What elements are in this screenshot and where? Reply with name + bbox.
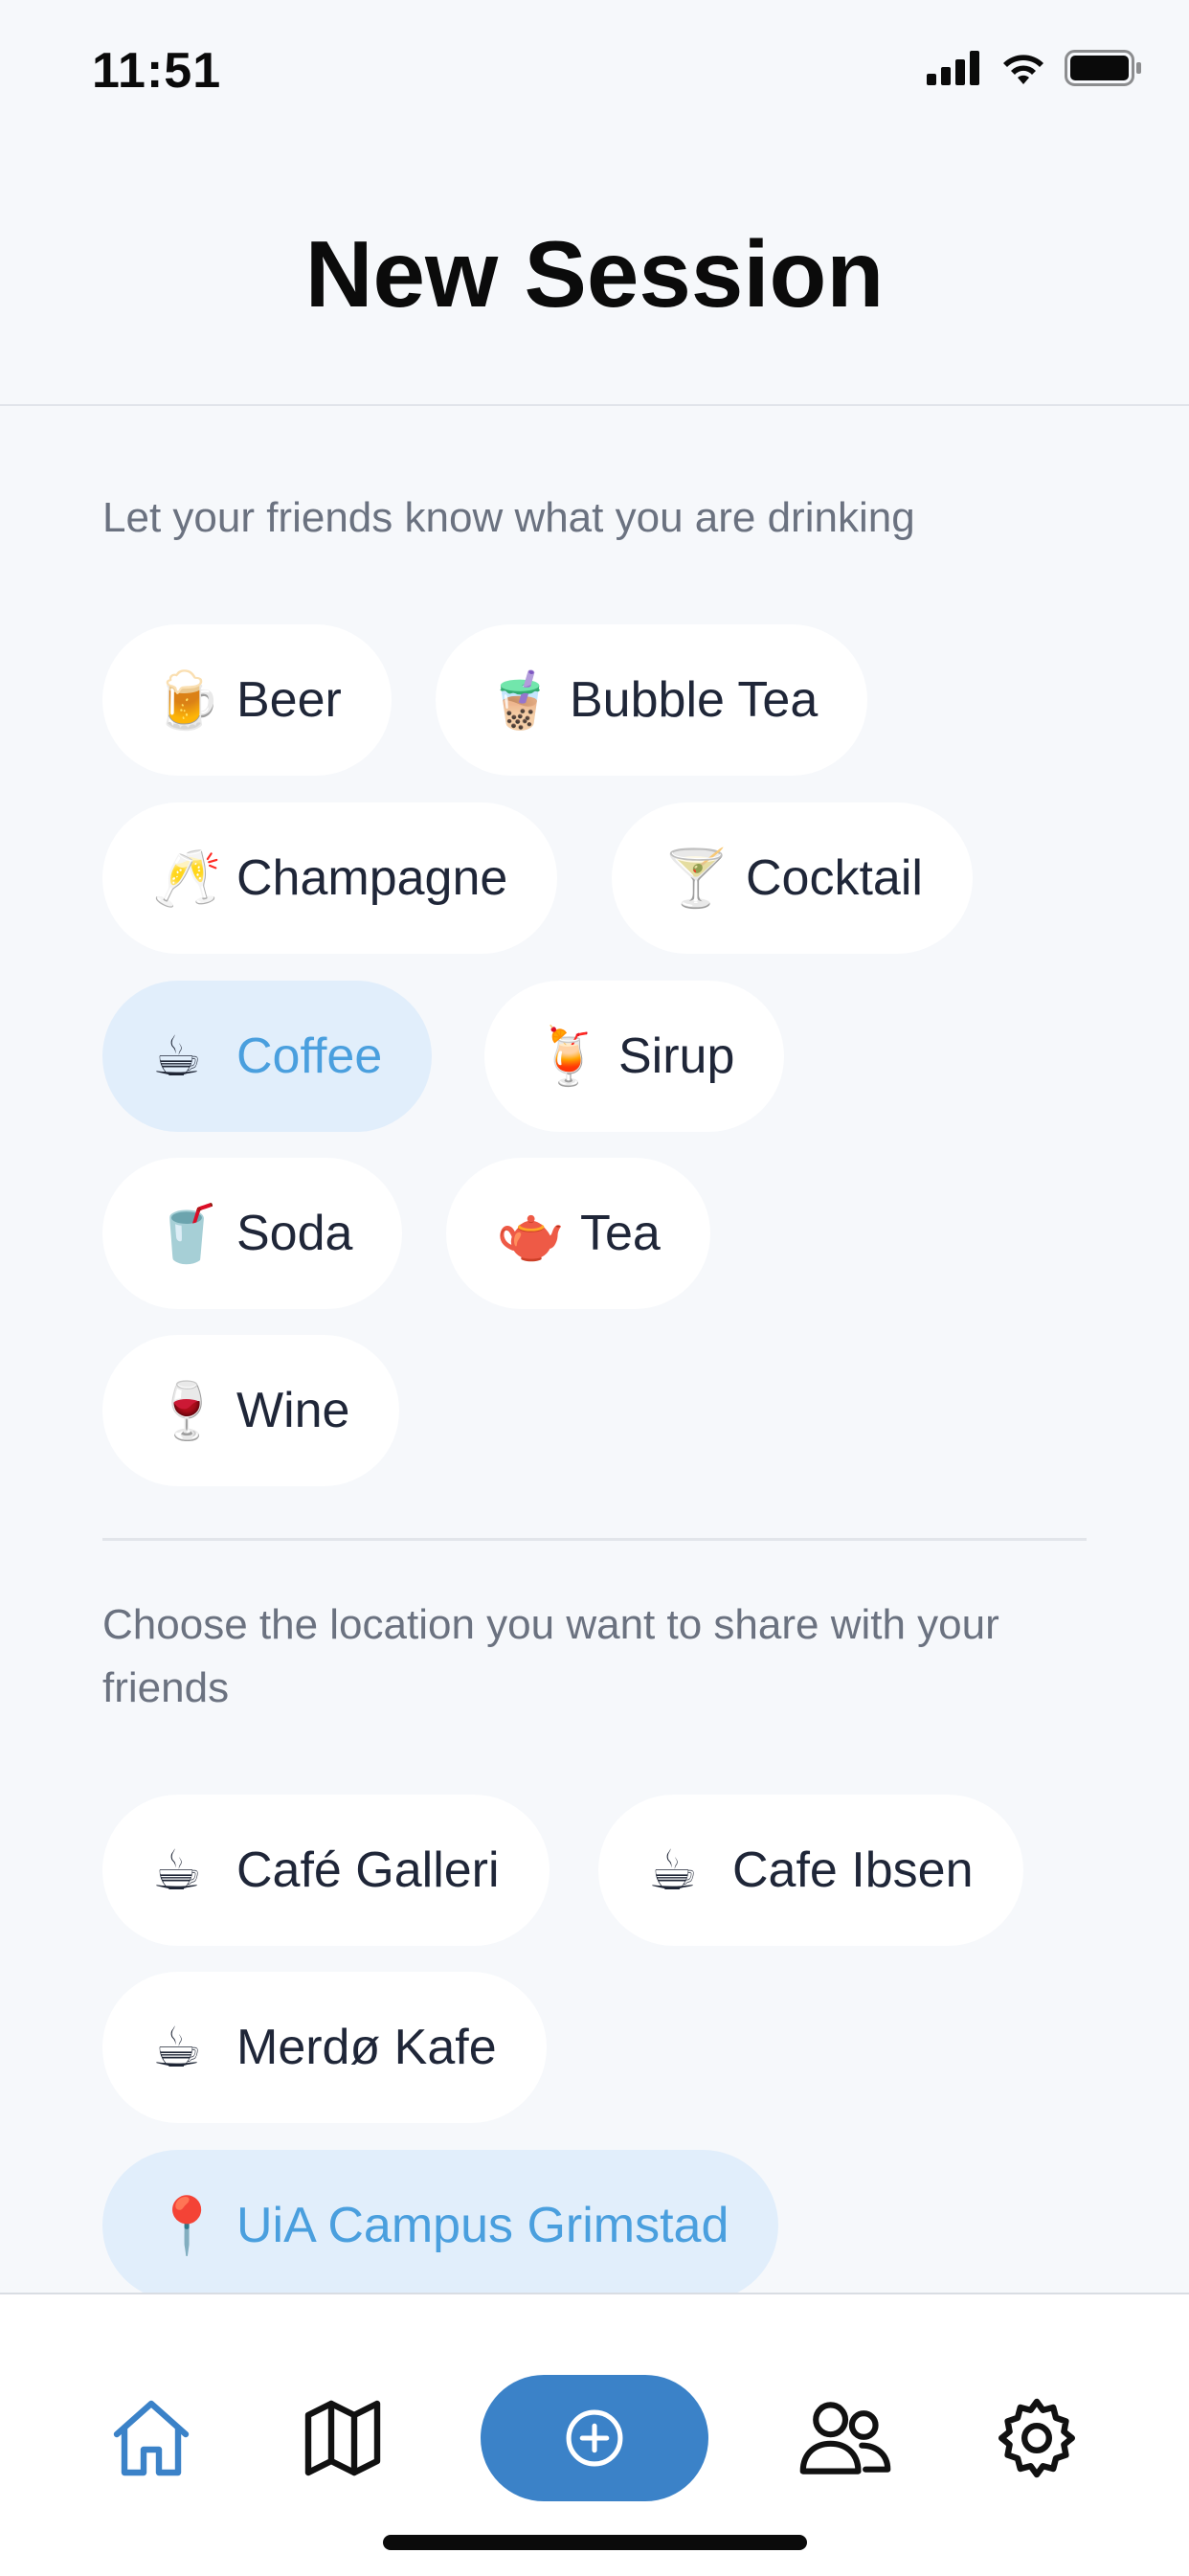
coffee-icon: ☕ [152,1838,202,1903]
battery-icon [1065,50,1141,86]
drink-chip-coffee[interactable]: ☕ Coffee [102,981,433,1132]
coffee-icon: ☕ [152,2015,202,2080]
coffee-icon: ☕ [648,1838,698,1903]
drink-chip-bubble-tea[interactable]: 🧋 Bubble Tea [436,624,868,776]
status-time: 11:51 [92,43,222,99]
wifi-icon [1003,55,1043,84]
drink-chip-label: Bubble Tea [570,672,819,728]
drink-chip-label: Beer [236,672,342,728]
wine-glass-icon: 🍷 [152,1378,222,1443]
add-session-button[interactable] [481,2375,708,2501]
champagne-icon: 🥂 [152,846,222,911]
header: New Session [0,144,1189,406]
location-chip-label: UiA Campus Grimstad [236,2198,729,2253]
location-chip-uia-campus-grimstad[interactable]: 📍 UiA Campus Grimstad [102,2150,779,2301]
drink-chip-tea[interactable]: 🫖 Tea [446,1158,710,1309]
tab-map[interactable] [295,2390,391,2486]
location-chip-label: Café Galleri [236,1842,500,1898]
location-chip-cafe-ibsen[interactable]: ☕ Cafe Ibsen [598,1795,1023,1946]
location-chip-cafe-galleri[interactable]: ☕ Café Galleri [102,1795,550,1946]
home-indicator [383,2535,807,2550]
cocktail-icon: 🍸 [662,846,731,911]
home-icon [113,2400,190,2476]
drink-chip-label: Coffee [236,1028,383,1084]
drink-chip-soda[interactable]: 🥤 Soda [102,1158,403,1309]
locations-prompt: Choose the location you want to share wi… [102,1601,999,1711]
coffee-icon: ☕ [152,1024,202,1089]
section-divider [102,1538,1087,1541]
friends-icon [799,2402,891,2474]
tab-settings[interactable] [989,2390,1085,2486]
tab-friends[interactable] [797,2390,893,2486]
page-title: New Session [304,221,885,327]
drink-chip-label: Wine [236,1383,350,1438]
location-chip-label: Cafe Ibsen [732,1842,974,1898]
signal-icon [927,51,979,85]
drink-chip-champagne[interactable]: 🥂 Champagne [102,802,558,954]
status-icons [927,50,1143,86]
settings-icon [998,2398,1075,2478]
status-bar: 11:51 [0,0,1189,144]
drink-chip-label: Cocktail [746,850,923,906]
drinks-prompt: Let your friends know what you are drink… [102,494,915,541]
location-chip-merdo-kafe[interactable]: ☕ Merdø Kafe [102,1972,547,2123]
drink-chip-label: Tea [580,1206,661,1261]
map-icon [304,2400,381,2476]
tropical-drink-icon: 🍹 [534,1024,604,1089]
drink-chip-cocktail[interactable]: 🍸 Cocktail [612,802,973,954]
soda-cup-icon: 🥤 [152,1201,222,1266]
bubble-tea-icon: 🧋 [485,667,555,733]
teapot-icon: 🫖 [496,1201,566,1266]
map-pin-icon: 📍 [152,2193,222,2258]
tab-bar [0,2293,1189,2576]
drink-chip-wine[interactable]: 🍷 Wine [102,1335,400,1486]
drink-chip-label: Soda [236,1206,353,1261]
drink-chip-label: Sirup [618,1028,735,1084]
beer-icon: 🍺 [152,667,222,733]
drink-chip-beer[interactable]: 🍺 Beer [102,624,392,776]
drink-chip-sirup[interactable]: 🍹 Sirup [484,981,785,1132]
tab-home[interactable] [103,2390,199,2486]
drink-chip-label: Champagne [236,850,508,906]
location-chip-label: Merdø Kafe [236,2020,497,2075]
add-circle-icon [566,2409,623,2467]
